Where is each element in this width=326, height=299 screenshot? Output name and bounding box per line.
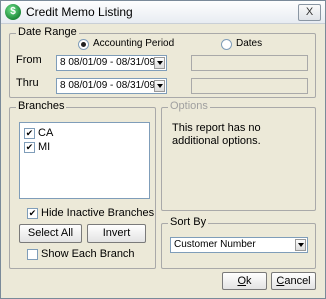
window-title: Credit Memo Listing (26, 5, 133, 19)
chevron-down-icon[interactable] (154, 57, 165, 69)
hide-inactive-label: Hide Inactive Branches (41, 207, 155, 219)
branch-ca-label: CA (38, 127, 54, 139)
hide-inactive-checkbox[interactable]: ✔ (27, 208, 38, 219)
select-all-button[interactable]: Select All (19, 224, 82, 243)
show-each-branch-label: Show Each Branch (41, 248, 135, 260)
thru-date-field (191, 78, 308, 94)
date-range-group: Date Range Accounting Period Dates From … (9, 26, 316, 98)
cancel-button-label: ancel (284, 275, 311, 287)
accounting-period-radio[interactable] (78, 39, 89, 50)
branches-group-label: Branches (16, 100, 67, 112)
dates-radio[interactable] (221, 39, 232, 50)
branches-group: Branches ✔ CA ✔ MI ✔ Hide Inactive Branc… (9, 100, 156, 269)
from-date-field (191, 55, 308, 71)
chevron-down-icon[interactable] (154, 80, 165, 92)
options-group: Options This report has no additional op… (161, 100, 316, 211)
accounting-period-label: Accounting Period (93, 38, 175, 49)
app-icon: $ (5, 4, 21, 20)
sort-by-dropdown[interactable]: Customer Number (170, 237, 308, 253)
credit-memo-listing-dialog: $ Credit Memo Listing X Date Range Accou… (0, 0, 326, 299)
sort-by-group: Sort By Customer Number (161, 216, 316, 269)
show-each-branch-checkbox[interactable] (27, 249, 38, 260)
from-label: From (16, 54, 42, 66)
close-button[interactable]: X (298, 4, 321, 21)
date-range-group-label: Date Range (16, 26, 79, 38)
branch-ca-checkbox[interactable]: ✔ (24, 128, 35, 139)
ok-button[interactable]: Ok (222, 272, 267, 290)
sort-by-value: Customer Number (174, 239, 256, 250)
chevron-down-icon[interactable] (295, 239, 306, 251)
options-group-label: Options (168, 100, 210, 112)
branch-mi-checkbox[interactable]: ✔ (24, 142, 35, 153)
sort-by-group-label: Sort By (168, 216, 209, 228)
thru-label: Thru (16, 77, 39, 89)
ok-button-accelerator: O (237, 275, 247, 287)
thru-period-dropdown[interactable]: 8 08/01/09 - 08/31/09 (56, 78, 167, 94)
cancel-button[interactable]: Cancel (271, 272, 316, 290)
list-item[interactable]: ✔ MI (24, 141, 144, 154)
thru-period-value: 8 08/01/09 - 08/31/09 (60, 80, 156, 91)
list-item[interactable]: ✔ CA (24, 127, 144, 140)
ok-button-label: k (246, 275, 252, 287)
branches-list[interactable]: ✔ CA ✔ MI (19, 122, 150, 199)
invert-button[interactable]: Invert (87, 224, 146, 243)
title-bar: $ Credit Memo Listing X (1, 1, 325, 24)
from-period-dropdown[interactable]: 8 08/01/09 - 08/31/09 (56, 55, 167, 71)
dates-label: Dates (236, 38, 263, 49)
branch-mi-label: MI (38, 141, 51, 153)
options-message: This report has no additional options. (172, 122, 261, 147)
from-period-value: 8 08/01/09 - 08/31/09 (60, 57, 156, 68)
